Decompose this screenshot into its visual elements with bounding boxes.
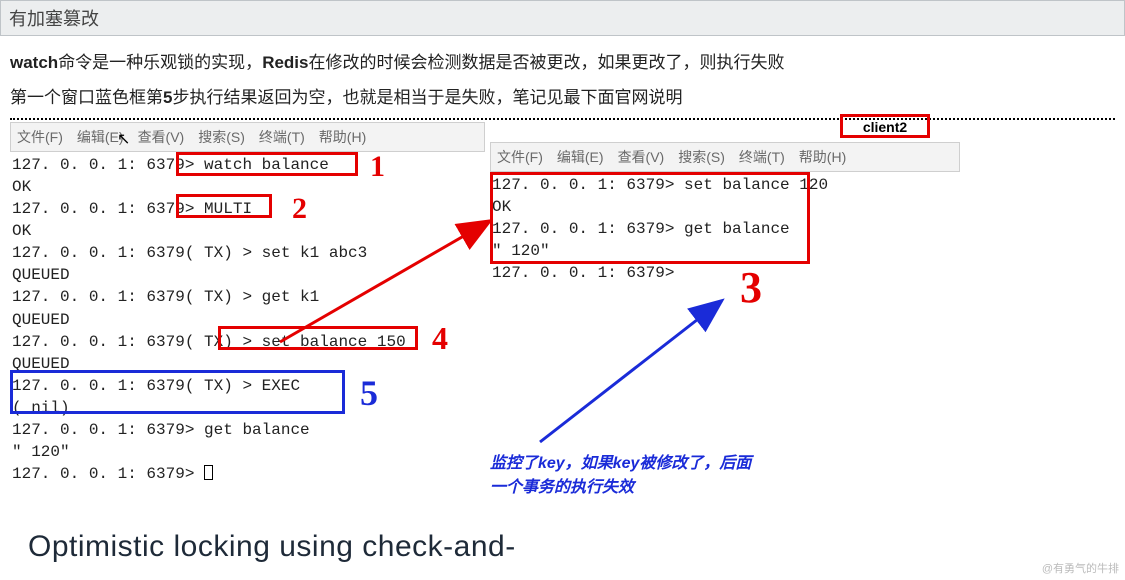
line: " 120" xyxy=(12,443,70,461)
menu-search[interactable]: 搜索(S) xyxy=(198,127,245,147)
anno-num-2: 2 xyxy=(292,192,307,226)
box-watch-balance xyxy=(176,152,358,176)
text-cursor-icon xyxy=(204,465,213,480)
mouse-cursor-icon: ↖ xyxy=(117,129,130,149)
line: 127. 0. 0. 1: 6379> xyxy=(492,264,674,282)
line: 127. 0. 0. 1: 6379( TX) > get k1 xyxy=(12,288,319,306)
description-block: watch命令是一种乐观锁的实现，Redis在修改的时候会检测数据是否被更改，如… xyxy=(0,36,1125,114)
anno-num-1: 1 xyxy=(370,150,385,184)
menu-term[interactable]: 终端(T) xyxy=(259,127,305,147)
line: 127. 0. 0. 1: 6379> get balance xyxy=(12,421,310,439)
box-set-balance-150 xyxy=(218,326,418,350)
line: OK xyxy=(12,222,31,240)
line: QUEUED xyxy=(12,266,70,284)
menu-view[interactable]: 查看(V) xyxy=(618,147,665,167)
menu-view[interactable]: 查看(V) xyxy=(138,127,185,147)
desc-line-2: 第一个窗口蓝色框第5步执行结果返回为空，也就是相当于是失败，笔记见最下面官网说明 xyxy=(10,83,1115,108)
anno-num-5: 5 xyxy=(360,372,378,414)
terminal-client1: 文件(F) 编辑(E) 查看(V) 搜索(S) 终端(T) 帮助(H) ↖ 12… xyxy=(10,122,485,485)
menu-file[interactable]: 文件(F) xyxy=(497,147,543,167)
line: 127. 0. 0. 1: 6379> xyxy=(12,465,204,483)
line: 127. 0. 0. 1: 6379( TX) > set k1 abc3 xyxy=(12,244,367,262)
line: QUEUED xyxy=(12,311,70,329)
kw-watch: watch xyxy=(10,53,58,72)
line: OK xyxy=(12,178,31,196)
note-text: 监控了key，如果key被修改了，后面 一个事务的执行失效 xyxy=(490,452,751,500)
note-line-2: 一个事务的执行失效 xyxy=(490,476,751,500)
menu-search[interactable]: 搜索(S) xyxy=(678,147,725,167)
menu-help[interactable]: 帮助(H) xyxy=(319,127,366,147)
divider-dots xyxy=(10,118,1115,120)
page-title-bar: 有加塞篡改 xyxy=(0,0,1125,36)
anno-num-3: 3 xyxy=(740,262,762,313)
note-line-1: 监控了key，如果key被修改了，后面 xyxy=(490,452,751,476)
page-title: 有加塞篡改 xyxy=(9,9,99,29)
menubar-right: 文件(F) 编辑(E) 查看(V) 搜索(S) 终端(T) 帮助(H) xyxy=(490,142,960,172)
desc-line-1: watch命令是一种乐观锁的实现，Redis在修改的时候会检测数据是否被更改，如… xyxy=(10,48,1115,73)
menu-term[interactable]: 终端(T) xyxy=(739,147,785,167)
client2-label: client2 xyxy=(863,119,907,135)
menubar-left: 文件(F) 编辑(E) 查看(V) 搜索(S) 终端(T) 帮助(H) ↖ xyxy=(10,122,485,152)
menu-edit[interactable]: 编辑(E) xyxy=(557,147,604,167)
box-exec-nil xyxy=(10,370,345,414)
kw-redis: Redis xyxy=(262,53,308,72)
menu-help[interactable]: 帮助(H) xyxy=(799,147,846,167)
terminals-area: 文件(F) 编辑(E) 查看(V) 搜索(S) 终端(T) 帮助(H) ↖ 12… xyxy=(0,122,1125,502)
anno-num-4: 4 xyxy=(432,320,448,357)
watermark: @有勇气的牛排 xyxy=(1042,560,1119,576)
footer-heading: Optimistic locking using check-and- xyxy=(28,530,516,564)
box-multi xyxy=(176,194,272,218)
menu-file[interactable]: 文件(F) xyxy=(17,127,63,147)
client2-label-box: client2 xyxy=(840,114,930,138)
box-client2-output xyxy=(490,172,810,264)
